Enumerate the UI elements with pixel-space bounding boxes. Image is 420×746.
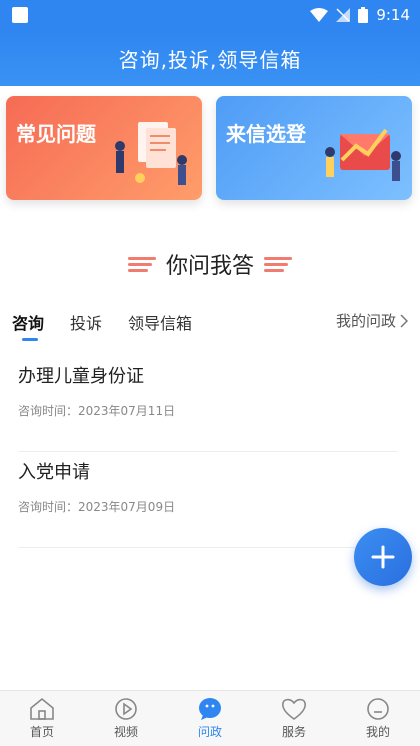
section-title: 你问我答: [165, 254, 254, 279]
play-icon: [115, 698, 137, 720]
nav-video[interactable]: 视频: [84, 691, 168, 746]
nav-home[interactable]: 首页: [0, 691, 84, 746]
wifi-icon: [310, 8, 329, 22]
faq-banner[interactable]: 常见问题: [6, 96, 202, 200]
letters-banner-label: 来信选登: [226, 122, 306, 146]
signal-icon: [336, 8, 351, 22]
nav-video-label: 视频: [113, 725, 138, 739]
profile-icon: [367, 698, 389, 720]
nav-home-label: 首页: [29, 725, 54, 739]
bottom-navigation: 首页 视频 问政 服务 我的: [0, 690, 420, 746]
home-icon: [30, 697, 54, 720]
chat-icon: [199, 698, 221, 720]
tab-complaint[interactable]: 投诉: [70, 310, 102, 334]
nav-inquiry[interactable]: 问政: [168, 691, 252, 746]
tab-consult[interactable]: 咨询: [12, 310, 44, 334]
my-inquiries-link[interactable]: 我的问政: [336, 310, 408, 331]
list-item[interactable]: 入党申请 咨询时间：2023年07月09日: [18, 452, 398, 548]
notification-icon: [12, 7, 28, 23]
decor-stripes-right-icon: [264, 256, 292, 272]
list-item[interactable]: 办理儿童身份证 咨询时间：2023年07月11日: [18, 356, 398, 452]
chevron-right-icon: [400, 313, 408, 328]
battery-icon: [358, 7, 369, 23]
nav-profile-label: 我的: [365, 725, 390, 739]
status-icons: 9:14: [310, 6, 410, 24]
documents-illustration-icon: [115, 122, 187, 185]
item-date: 咨询时间：2023年07月09日: [18, 500, 176, 514]
page-title: 咨询,投诉,领导信箱: [118, 47, 302, 72]
item-title: 入党申请: [18, 462, 90, 483]
active-tab-indicator: [22, 338, 38, 341]
item-title: 办理儿童身份证: [18, 366, 144, 387]
nav-inquiry-label: 问政: [197, 725, 222, 739]
heart-icon: [281, 698, 307, 720]
nav-service[interactable]: 服务: [252, 691, 336, 746]
add-inquiry-button[interactable]: [354, 528, 412, 586]
section-header: 你问我答: [0, 248, 420, 280]
status-bar: 9:14: [0, 0, 420, 30]
clock: 9:14: [376, 6, 410, 24]
my-inquiries-label: 我的问政: [335, 312, 396, 330]
item-date: 咨询时间：2023年07月11日: [18, 404, 176, 418]
nav-service-label: 服务: [281, 725, 306, 739]
nav-profile[interactable]: 我的: [336, 691, 420, 746]
tab-leader-mailbox[interactable]: 领导信箱: [128, 310, 192, 334]
inquiry-list: 办理儿童身份证 咨询时间：2023年07月11日 入党申请 咨询时间：2023年…: [18, 356, 398, 548]
letters-banner[interactable]: 来信选登: [216, 96, 412, 200]
decor-stripes-left-icon: [127, 256, 156, 272]
category-tabs: 咨询 投诉 领导信箱 我的问政: [12, 310, 408, 346]
faq-banner-label: 常见问题: [16, 122, 96, 146]
plus-icon: [371, 545, 395, 569]
page-header: 咨询,投诉,领导信箱: [0, 30, 420, 86]
envelope-illustration-icon: [325, 128, 401, 181]
